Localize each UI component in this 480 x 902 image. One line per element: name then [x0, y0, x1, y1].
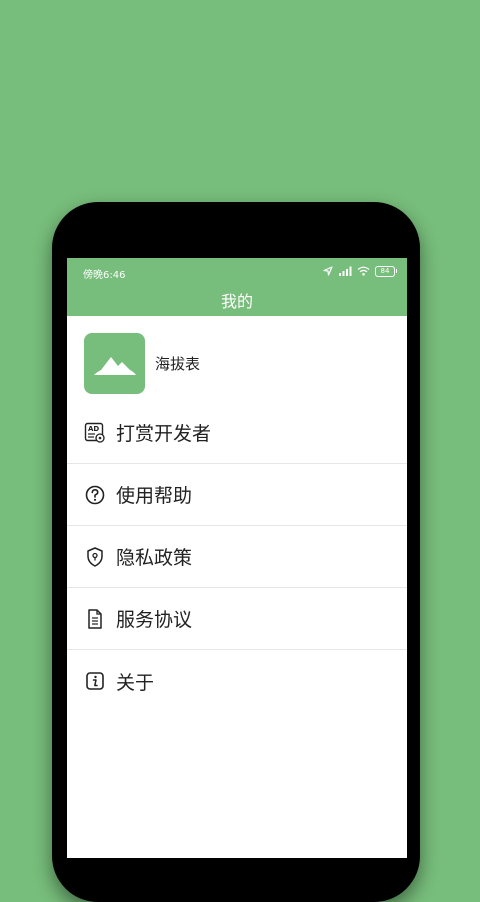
info-icon: [84, 670, 106, 692]
app-icon: [84, 333, 145, 394]
top-bar: 傍晚6:46 84 我的: [67, 258, 407, 316]
menu-item-about[interactable]: 关于: [67, 650, 407, 712]
document-icon: [84, 608, 106, 630]
shield-icon: [84, 546, 106, 568]
mountain-icon: [93, 356, 136, 375]
status-time: 傍晚6:46: [83, 270, 126, 281]
menu-item-service-agreement[interactable]: 服务协议: [67, 588, 407, 650]
battery-icon: 84: [375, 265, 397, 277]
menu-item-label: 服务协议: [116, 609, 193, 631]
menu-item-label: 关于: [116, 671, 155, 694]
menu-item-label: 打赏开发者: [116, 423, 212, 445]
svg-text:AD: AD: [88, 425, 99, 433]
app-name: 海拔表: [155, 355, 201, 373]
profile-section: 海拔表: [84, 333, 200, 394]
help-icon: [84, 484, 106, 506]
page-title: 我的: [220, 292, 253, 311]
settings-menu: AD 打赏开发者 使用帮助 隐私政策 服务协议 关于: [67, 402, 407, 712]
menu-item-label: 使用帮助: [116, 485, 193, 507]
menu-item-privacy-policy[interactable]: 隐私政策: [67, 526, 407, 588]
ad-icon: AD: [84, 422, 106, 444]
signal-icon: [339, 266, 352, 276]
menu-item-label: 隐私政策: [116, 547, 193, 569]
location-icon: [323, 266, 333, 276]
status-icons: 84: [323, 265, 397, 277]
wifi-icon: [357, 266, 370, 276]
menu-item-help[interactable]: 使用帮助: [67, 464, 407, 526]
menu-item-reward-developer[interactable]: AD 打赏开发者: [67, 402, 407, 464]
app-screen: 傍晚6:46 84 我的 海拔表 AD 打赏开发者 使用帮助 隐私政策 服务协议…: [67, 258, 407, 858]
